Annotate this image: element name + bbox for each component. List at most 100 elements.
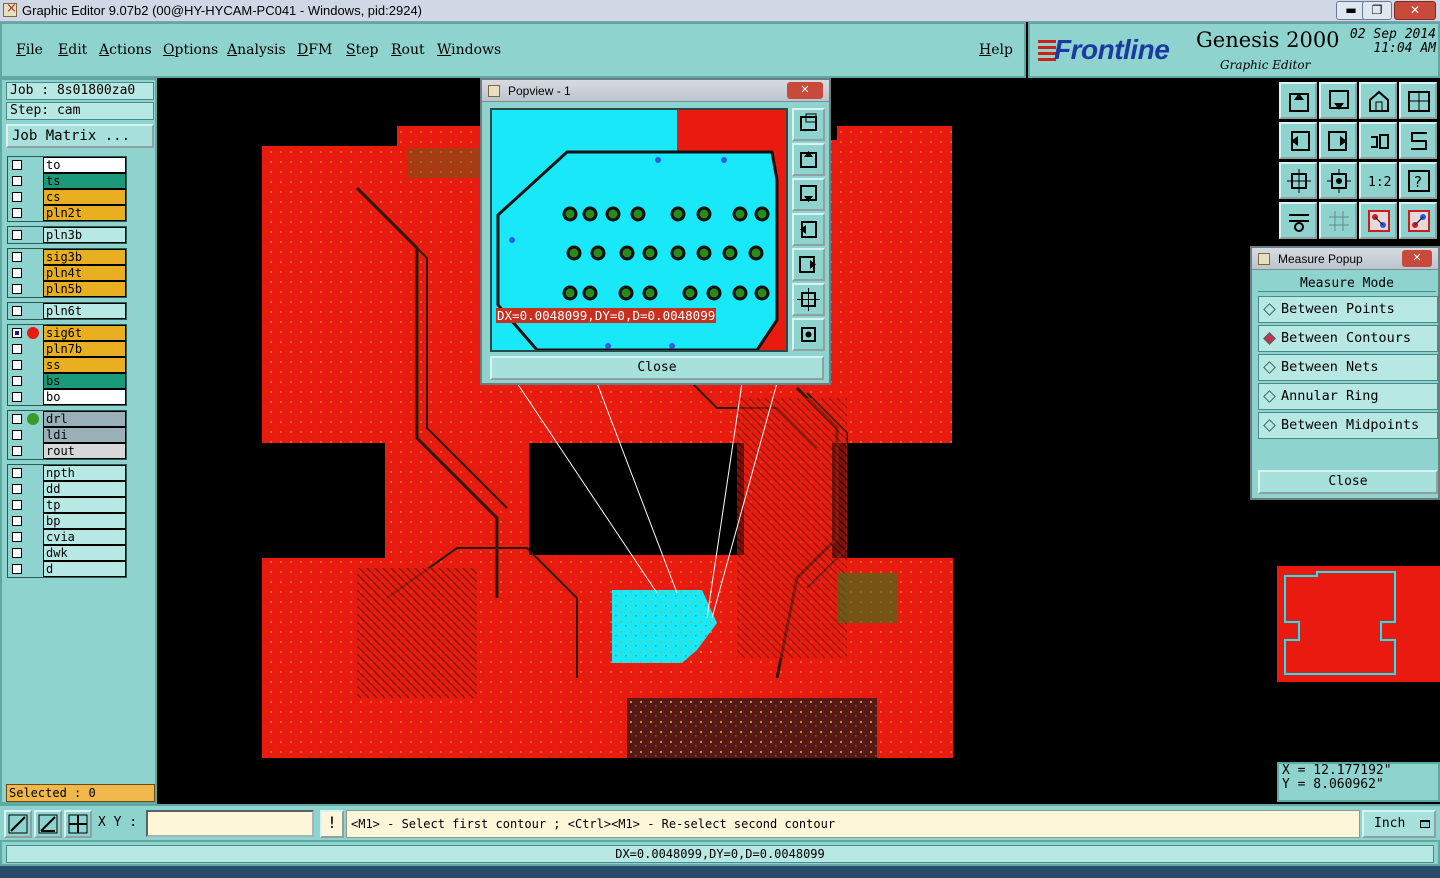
zoom-in-icon[interactable] — [1319, 162, 1357, 199]
layer-row-pln7b[interactable]: pln7b — [8, 341, 126, 357]
warning-button[interactable]: ! — [320, 810, 344, 838]
layer-row-bo[interactable]: bo — [8, 389, 126, 405]
layer-checkbox[interactable] — [12, 548, 22, 558]
layer-checkbox[interactable] — [12, 252, 22, 262]
popview-zoom-out-icon[interactable] — [792, 318, 825, 351]
layer-checkbox[interactable] — [12, 360, 22, 370]
popview-zoom-in-icon[interactable] — [792, 283, 825, 316]
board-overview-map[interactable] — [1277, 566, 1440, 682]
layer-row-bp[interactable]: bp — [8, 513, 126, 529]
layer-row-d[interactable]: d — [8, 561, 126, 577]
popview-pan-up-icon[interactable] — [792, 143, 825, 176]
layer-row-npth[interactable]: npth — [8, 465, 126, 481]
menu-step[interactable]: Step — [346, 42, 378, 58]
layer-row-pln6t[interactable]: pln6t — [8, 303, 126, 319]
zoom-1-2-icon[interactable]: 1:2 — [1359, 162, 1397, 199]
angle-snap-icon[interactable] — [34, 810, 62, 838]
layer-checkbox[interactable] — [12, 268, 22, 278]
maximize-button[interactable]: ❐ — [1362, 1, 1392, 20]
menu-analysis[interactable]: Analysis — [227, 42, 286, 58]
layer-checkbox[interactable] — [12, 446, 22, 456]
layer-row-drl[interactable]: drl — [8, 411, 126, 427]
menu-edit[interactable]: Edit — [58, 42, 87, 58]
layer-row-pln2t[interactable]: pln2t — [8, 205, 126, 221]
menu-file[interactable]: File — [16, 42, 43, 58]
measure-tool-icon[interactable] — [1279, 202, 1317, 239]
popview-pan-down-icon[interactable] — [792, 178, 825, 211]
layer-row-cs[interactable]: cs — [8, 189, 126, 205]
layer-row-ts[interactable]: ts — [8, 173, 126, 189]
layer-checkbox[interactable] — [12, 306, 22, 316]
popview-pan-right-icon[interactable] — [792, 248, 825, 281]
layer-checkbox[interactable] — [12, 392, 22, 402]
measure-popup-close-icon[interactable]: ✕ — [1402, 250, 1432, 267]
measure-option-between-nets[interactable]: Between Nets — [1258, 354, 1438, 381]
layer-checkbox[interactable] — [12, 192, 22, 202]
layer-checkbox[interactable] — [12, 160, 22, 170]
layer-row-sig6t[interactable]: sig6t — [8, 325, 126, 341]
step-repeat-icon[interactable] — [1399, 122, 1437, 159]
layer-checkbox[interactable] — [12, 564, 22, 574]
measure-option-between-points[interactable]: Between Points — [1258, 296, 1438, 323]
layer-checkbox[interactable] — [12, 430, 22, 440]
net-compare-icon[interactable] — [1399, 202, 1437, 239]
menu-help[interactable]: Help — [979, 42, 1013, 58]
layer-checkbox[interactable] — [12, 344, 22, 354]
measure-option-between-midpoints[interactable]: Between Midpoints — [1258, 412, 1438, 439]
snap-icon[interactable] — [4, 810, 32, 838]
menu-actions[interactable]: Actions — [99, 42, 152, 58]
net-highlight-icon[interactable] — [1359, 202, 1397, 239]
layer-checkbox[interactable] — [12, 516, 22, 526]
pan-left-icon[interactable] — [1279, 122, 1317, 159]
layer-checkbox[interactable] — [12, 230, 22, 240]
layer-row-tp[interactable]: tp — [8, 497, 126, 513]
layer-checkbox[interactable] — [12, 532, 22, 542]
measure-option-between-contours[interactable]: Between Contours — [1258, 325, 1438, 352]
popview-zoom-window-icon[interactable] — [792, 108, 825, 141]
layer-row-to[interactable]: to — [8, 157, 126, 173]
pan-up-icon[interactable] — [1279, 82, 1317, 119]
layer-row-pln5b[interactable]: pln5b — [8, 281, 126, 297]
split-view-icon[interactable] — [1399, 82, 1437, 119]
unit-selector[interactable]: Inch — [1362, 810, 1436, 838]
grid-snap-icon[interactable] — [64, 810, 92, 838]
job-matrix-button[interactable]: Job Matrix ... — [6, 124, 154, 148]
measure-popup-close-button[interactable]: Close — [1258, 470, 1438, 494]
help-icon[interactable]: ? — [1399, 162, 1437, 199]
close-window-button[interactable]: ✕ — [1394, 1, 1436, 20]
layer-row-cvia[interactable]: cvia — [8, 529, 126, 545]
layer-checkbox[interactable] — [12, 284, 22, 294]
layer-row-pln3b[interactable]: pln3b — [8, 227, 126, 243]
home-view-icon[interactable] — [1359, 82, 1397, 119]
layer-checkbox[interactable] — [12, 500, 22, 510]
menu-dfm[interactable]: DFM — [297, 42, 332, 58]
popview-pan-left-icon[interactable] — [792, 213, 825, 246]
layer-checkbox[interactable] — [12, 468, 22, 478]
layer-checkbox[interactable] — [12, 176, 22, 186]
layer-row-pln4t[interactable]: pln4t — [8, 265, 126, 281]
menu-rout[interactable]: Rout — [391, 42, 425, 58]
menu-windows[interactable]: Windows — [437, 42, 501, 58]
layer-row-sig3b[interactable]: sig3b — [8, 249, 126, 265]
popview-close-button[interactable]: Close — [490, 356, 824, 380]
pan-right-icon[interactable] — [1319, 122, 1357, 159]
layer-row-ldi[interactable]: ldi — [8, 427, 126, 443]
layer-checkbox[interactable] — [12, 414, 22, 424]
zoom-fit-icon[interactable] — [1279, 162, 1317, 199]
layer-checkbox[interactable] — [12, 328, 22, 338]
measure-option-annular-ring[interactable]: Annular Ring — [1258, 383, 1438, 410]
layer-checkbox[interactable] — [12, 484, 22, 494]
redraw-icon[interactable] — [1359, 122, 1397, 159]
layer-checkbox[interactable] — [12, 208, 22, 218]
layer-checkbox[interactable] — [12, 376, 22, 386]
layer-row-rout[interactable]: rout — [8, 443, 126, 459]
xy-input[interactable] — [146, 810, 314, 837]
layer-row-dwk[interactable]: dwk — [8, 545, 126, 561]
grid-icon[interactable] — [1319, 202, 1357, 239]
popview-zoom-view[interactable]: DX=0.0048099,DY=0,D=0.0048099 — [490, 108, 788, 352]
popview-close-icon[interactable]: ✕ — [787, 82, 823, 99]
pan-down-icon[interactable] — [1319, 82, 1357, 119]
layer-row-dd[interactable]: dd — [8, 481, 126, 497]
layer-row-ss[interactable]: ss — [8, 357, 126, 373]
layer-row-bs[interactable]: bs — [8, 373, 126, 389]
